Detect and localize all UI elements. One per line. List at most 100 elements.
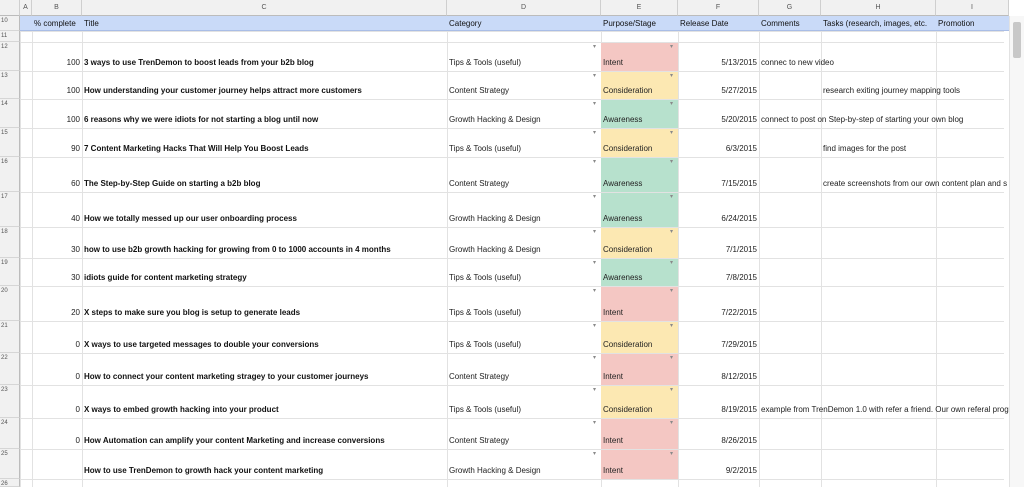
row-header[interactable]: 14 — [0, 99, 20, 128]
category-cell[interactable]: Tips & Tools (useful) — [447, 57, 601, 69]
stage-cell[interactable]: Intent — [601, 57, 678, 69]
category-cell[interactable]: Content Strategy — [447, 371, 601, 383]
percent-complete-cell[interactable]: 60 — [32, 178, 82, 190]
percent-complete-cell[interactable] — [32, 465, 82, 477]
release-date-cell[interactable]: 5/13/2015 — [678, 57, 759, 69]
column-header-e[interactable]: E — [601, 0, 678, 16]
dropdown-arrow-icon[interactable]: ▾ — [670, 322, 673, 329]
vertical-scrollbar[interactable] — [1009, 16, 1024, 487]
release-date-cell[interactable]: 8/26/2015 — [678, 435, 759, 447]
release-date-cell[interactable]: 5/20/2015 — [678, 114, 759, 126]
release-date-cell[interactable]: 7/29/2015 — [678, 339, 759, 351]
dropdown-arrow-icon[interactable]: ▾ — [670, 129, 673, 136]
category-cell[interactable]: Tips & Tools (useful) — [447, 143, 601, 155]
row-header[interactable]: 16 — [0, 157, 20, 192]
percent-complete-cell[interactable]: 100 — [32, 114, 82, 126]
row-header[interactable]: 23 — [0, 385, 20, 418]
column-header-a[interactable]: A — [20, 0, 32, 16]
dropdown-arrow-icon[interactable]: ▾ — [593, 100, 596, 107]
release-date-cell[interactable]: 7/22/2015 — [678, 307, 759, 319]
column-header-d[interactable]: D — [447, 0, 601, 16]
release-date-cell[interactable]: 6/3/2015 — [678, 143, 759, 155]
dropdown-arrow-icon[interactable]: ▾ — [670, 72, 673, 79]
header-cell-category[interactable]: Category — [447, 16, 601, 31]
title-cell[interactable]: 3 ways to use TrenDemon to boost leads f… — [82, 57, 447, 69]
percent-complete-cell[interactable]: 100 — [32, 85, 82, 97]
column-header-b[interactable]: B — [32, 0, 82, 16]
category-cell[interactable]: Content Strategy — [447, 178, 601, 190]
dropdown-arrow-icon[interactable]: ▾ — [593, 386, 596, 393]
row-header[interactable]: 25 — [0, 449, 20, 479]
release-date-cell[interactable]: 5/27/2015 — [678, 85, 759, 97]
column-header-i[interactable]: I — [936, 0, 1009, 16]
percent-complete-cell[interactable]: 30 — [32, 272, 82, 284]
dropdown-arrow-icon[interactable]: ▾ — [593, 354, 596, 361]
dropdown-arrow-icon[interactable]: ▾ — [670, 386, 673, 393]
dropdown-arrow-icon[interactable]: ▾ — [670, 100, 673, 107]
stage-cell[interactable]: Consideration — [601, 339, 678, 351]
title-cell[interactable]: How Automation can amplify your content … — [82, 435, 447, 447]
dropdown-arrow-icon[interactable]: ▾ — [670, 193, 673, 200]
dropdown-arrow-icon[interactable]: ▾ — [593, 322, 596, 329]
title-cell[interactable]: X steps to make sure you blog is setup t… — [82, 307, 447, 319]
release-date-cell[interactable]: 8/12/2015 — [678, 371, 759, 383]
dropdown-arrow-icon[interactable]: ▾ — [593, 287, 596, 294]
column-header-f[interactable]: F — [678, 0, 759, 16]
stage-cell[interactable]: Intent — [601, 371, 678, 383]
title-cell[interactable]: idiots guide for content marketing strat… — [82, 272, 447, 284]
dropdown-arrow-icon[interactable]: ▾ — [593, 129, 596, 136]
header-cell-title[interactable]: Title — [82, 16, 447, 31]
row-header[interactable]: 19 — [0, 258, 20, 286]
percent-complete-cell[interactable]: 40 — [32, 213, 82, 225]
percent-complete-cell[interactable]: 100 — [32, 57, 82, 69]
tasks-cell[interactable]: find images for the post — [821, 143, 1009, 155]
row-header[interactable]: 15 — [0, 128, 20, 157]
title-cell[interactable]: The Step-by-Step Guide on starting a b2b… — [82, 178, 447, 190]
row-header[interactable]: 21 — [0, 321, 20, 353]
comments-cell[interactable]: connec to new video — [759, 57, 1009, 69]
comments-cell[interactable]: example from TrenDemon 1.0 with refer a … — [759, 404, 1009, 416]
tasks-cell[interactable]: create screenshots from our own content … — [821, 178, 1009, 190]
header-cell-stage[interactable]: Purpose/Stage — [601, 16, 678, 31]
title-cell[interactable]: How to use TrenDemon to growth hack your… — [82, 465, 447, 477]
title-cell[interactable]: How we totally messed up our user onboar… — [82, 213, 447, 225]
title-cell[interactable]: How understanding your customer journey … — [82, 85, 447, 97]
stage-cell[interactable]: Consideration — [601, 143, 678, 155]
row-header[interactable]: 20 — [0, 286, 20, 321]
category-cell[interactable]: Tips & Tools (useful) — [447, 404, 601, 416]
column-header-g[interactable]: G — [759, 0, 821, 16]
dropdown-arrow-icon[interactable]: ▾ — [670, 43, 673, 50]
stage-cell[interactable]: Consideration — [601, 244, 678, 256]
row-header[interactable]: 22 — [0, 353, 20, 385]
title-cell[interactable]: 7 Content Marketing Hacks That Will Help… — [82, 143, 447, 155]
release-date-cell[interactable]: 8/19/2015 — [678, 404, 759, 416]
percent-complete-cell[interactable]: 0 — [32, 404, 82, 416]
category-cell[interactable]: Tips & Tools (useful) — [447, 307, 601, 319]
release-date-cell[interactable]: 7/8/2015 — [678, 272, 759, 284]
title-cell[interactable]: X ways to embed growth hacking into your… — [82, 404, 447, 416]
category-cell[interactable]: Tips & Tools (useful) — [447, 272, 601, 284]
category-cell[interactable]: Tips & Tools (useful) — [447, 339, 601, 351]
category-cell[interactable]: Growth Hacking & Design — [447, 244, 601, 256]
dropdown-arrow-icon[interactable]: ▾ — [593, 193, 596, 200]
percent-complete-cell[interactable]: 20 — [32, 307, 82, 319]
release-date-cell[interactable]: 9/2/2015 — [678, 465, 759, 477]
dropdown-arrow-icon[interactable]: ▾ — [670, 228, 673, 235]
row-header[interactable]: 12 — [0, 42, 20, 71]
stage-cell[interactable]: Intent — [601, 307, 678, 319]
column-header-h[interactable]: H — [821, 0, 936, 16]
release-date-cell[interactable]: 6/24/2015 — [678, 213, 759, 225]
stage-cell[interactable]: Intent — [601, 465, 678, 477]
percent-complete-cell[interactable]: 0 — [32, 435, 82, 447]
percent-complete-cell[interactable]: 90 — [32, 143, 82, 155]
dropdown-arrow-icon[interactable]: ▾ — [670, 419, 673, 426]
dropdown-arrow-icon[interactable]: ▾ — [670, 259, 673, 266]
title-cell[interactable]: X ways to use targeted messages to doubl… — [82, 339, 447, 351]
row-header[interactable]: 17 — [0, 192, 20, 227]
row-header[interactable]: 24 — [0, 418, 20, 449]
stage-cell[interactable]: Consideration — [601, 85, 678, 97]
title-cell[interactable]: How to connect your content marketing st… — [82, 371, 447, 383]
category-cell[interactable]: Growth Hacking & Design — [447, 213, 601, 225]
stage-cell[interactable]: Intent — [601, 435, 678, 447]
release-date-cell[interactable]: 7/15/2015 — [678, 178, 759, 190]
